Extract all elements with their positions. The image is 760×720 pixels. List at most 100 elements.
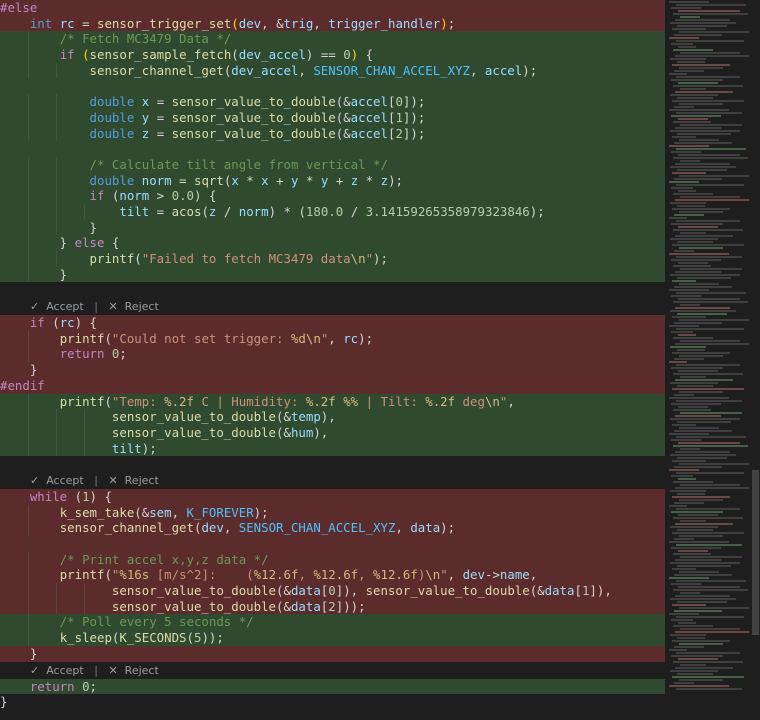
removed-code-line[interactable]: #else [0, 0, 665, 16]
added-code-line[interactable]: } [0, 219, 665, 236]
minimap-line [671, 115, 721, 117]
removed-code-line[interactable]: sensor_channel_get(dev, SENSOR_CHAN_ACCE… [0, 520, 665, 536]
indent-guide [28, 235, 29, 251]
removed-code-line[interactable]: } [0, 362, 665, 378]
minimap-line [680, 484, 740, 486]
removed-code-line[interactable]: printf("Could not set trigger: %d\n", rc… [0, 330, 665, 347]
minimap-line [674, 574, 732, 576]
minimap-line [669, 1, 709, 3]
minimap-line [675, 163, 730, 165]
added-code-line[interactable]: tilt = acos(z / norm) * (180.0 / 3.14159… [0, 203, 665, 220]
removed-code-line[interactable]: printf("%16s [m/s^2]: (%12.6f, %12.6f, %… [0, 567, 665, 584]
removed-code-line[interactable]: if (rc) { [0, 315, 665, 331]
reject-button[interactable]: ✕ Reject [108, 664, 158, 677]
minimap-line [669, 145, 709, 147]
accept-button[interactable]: ✓ Accept [30, 300, 84, 313]
minimap-line [671, 187, 693, 189]
added-code-line[interactable] [0, 141, 665, 157]
indent-guide [56, 109, 57, 126]
added-code-line[interactable]: printf("Temp: %.2f C | Humidity: %.2f %%… [0, 393, 665, 410]
added-code-line[interactable]: /* Fetch MC3479 Data */ [0, 31, 665, 48]
removed-code-line[interactable] [0, 536, 665, 552]
minimap-line [677, 421, 731, 423]
indent-guide [84, 424, 85, 441]
vertical-scrollbar[interactable] [751, 0, 760, 720]
minimap[interactable] [665, 0, 751, 720]
added-code-line[interactable]: return 0; [0, 678, 665, 695]
added-code-line[interactable]: double x = sensor_value_to_double(&accel… [0, 94, 665, 110]
added-code-line[interactable]: double norm = sqrt(x * x + y * y + z * z… [0, 172, 665, 189]
removed-code-line[interactable]: while (1) { [0, 488, 665, 505]
minimap-line [678, 334, 696, 336]
minimap-line [674, 466, 722, 468]
code-line[interactable]: } [0, 694, 665, 710]
minimap-line [674, 250, 694, 252]
removed-code-line[interactable]: return 0; [0, 346, 665, 363]
minimap-line [670, 202, 706, 204]
removed-code-line[interactable]: k_sem_take(&sem, K_FOREVER); [0, 504, 665, 521]
code-line[interactable] [0, 282, 665, 299]
reject-button[interactable]: ✕ Reject [108, 474, 158, 487]
reject-button[interactable]: ✕ Reject [108, 300, 158, 313]
added-code-line[interactable] [0, 78, 665, 95]
minimap-line [671, 439, 701, 441]
minimap-line [677, 313, 727, 315]
minimap-line [673, 121, 711, 123]
added-code-line[interactable]: sensor_value_to_double(&hum), [0, 424, 665, 441]
added-code-line[interactable]: double z = sensor_value_to_double(&accel… [0, 125, 665, 142]
minimap-line [679, 103, 723, 105]
accept-button[interactable]: ✓ Accept [30, 664, 84, 677]
minimap-line [669, 37, 699, 39]
minimap-line [671, 295, 701, 297]
added-code-line[interactable]: /* Calculate tilt angle from vertical */ [0, 156, 665, 173]
added-code-line[interactable]: printf("Failed to fetch MC3479 data\n"); [0, 251, 665, 267]
added-code-line[interactable]: if (norm > 0.0) { [0, 188, 665, 204]
code-line[interactable] [0, 456, 665, 472]
minimap-line [680, 448, 700, 450]
indent-guide [28, 62, 29, 79]
removed-code-line[interactable]: int rc = sensor_trigger_set(dev, &trig, … [0, 15, 665, 32]
minimap-line [676, 40, 744, 42]
minimap-line [675, 19, 730, 21]
added-code-line[interactable]: double y = sensor_value_to_double(&accel… [0, 109, 665, 126]
minimap-line [673, 193, 713, 195]
minimap-line [680, 556, 742, 558]
added-code-line[interactable]: sensor_value_to_double(&temp), [0, 409, 665, 425]
minimap-line [674, 70, 704, 72]
removed-code-line[interactable]: #endif [0, 377, 665, 394]
added-code-line[interactable]: k_sleep(K_SECONDS(5)); [0, 630, 665, 646]
accept-button[interactable]: ✓ Accept [30, 474, 84, 487]
removed-code-line[interactable]: } [0, 645, 665, 662]
indent-guide [56, 409, 57, 425]
removed-code-line[interactable]: /* Print accel x,y,z data */ [0, 551, 665, 568]
added-code-line[interactable]: } else { [0, 235, 665, 251]
check-icon: ✓ [30, 473, 40, 487]
minimap-line [676, 688, 742, 690]
added-code-line[interactable]: tilt); [0, 440, 665, 457]
indent-guide [28, 203, 29, 220]
removed-code-line[interactable]: sensor_value_to_double(&data[0]), sensor… [0, 583, 665, 599]
code-editor[interactable]: #else int rc = sensor_trigger_set(dev, &… [0, 0, 665, 720]
added-code-line[interactable]: if (sensor_sample_fetch(dev_accel) == 0)… [0, 47, 665, 63]
indent-guide [28, 94, 29, 110]
minimap-line [670, 274, 740, 276]
minimap-line [674, 34, 722, 36]
minimap-line [677, 277, 731, 279]
indent-guide [28, 598, 29, 615]
minimap-line [670, 670, 718, 672]
added-code-line[interactable]: } [0, 266, 665, 283]
check-icon: ✓ [30, 300, 40, 314]
minimap-line [673, 661, 743, 663]
minimap-line [673, 229, 743, 231]
indent-guide [84, 203, 85, 220]
minimap-line [680, 196, 740, 198]
removed-code-line[interactable]: sensor_value_to_double(&data[2])); [0, 598, 665, 615]
minimap-line [678, 514, 718, 516]
minimap-line [670, 634, 706, 636]
added-code-line[interactable]: sensor_channel_get(dev_accel, SENSOR_CHA… [0, 62, 665, 79]
scrollbar-thumb[interactable] [752, 470, 759, 635]
minimap-line [671, 583, 701, 585]
added-code-line[interactable]: /* Poll every 5 seconds */ [0, 614, 665, 631]
minimap-line [676, 184, 744, 186]
indent-guide [28, 393, 29, 410]
